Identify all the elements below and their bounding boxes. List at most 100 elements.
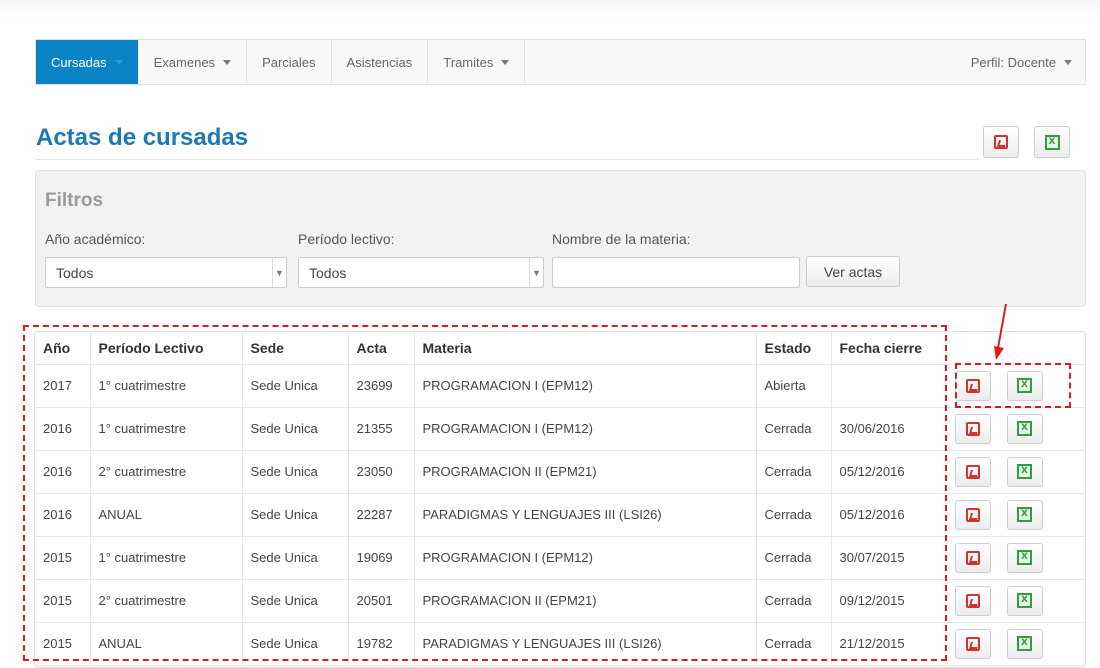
table-cell: PROGRAMACION I (EPM12) — [414, 364, 757, 408]
table-row: 2017 1° cuatrimestre Sede Unica 23699 PROGRA… — [35, 364, 1086, 408]
nav-tab-label: Asistencias — [346, 54, 413, 70]
table-cell: Cerrada — [756, 536, 832, 580]
table-row: 2016 ANUAL Sede Unica 22287 PARADIGMAS Y LEN… — [35, 493, 1086, 537]
row-actions: X — [945, 450, 1085, 494]
column-header[interactable]: Fecha cierre — [831, 332, 946, 365]
table-cell: 21355 — [348, 407, 415, 451]
row-excel-button[interactable]: X — [1006, 499, 1043, 530]
table-cell: 22287 — [348, 493, 415, 537]
nav-tab-label: Cursadas — [51, 54, 107, 70]
column-header[interactable]: Sede — [242, 332, 349, 365]
table-cell: Sede Unica — [242, 536, 349, 580]
ver-actas-button[interactable]: Ver actas — [806, 256, 900, 287]
excel-icon: X — [1017, 593, 1032, 608]
row-excel-button[interactable]: X — [1006, 370, 1043, 401]
table-cell: 2° cuatrimestre — [90, 450, 243, 494]
column-header[interactable]: Año — [35, 332, 91, 365]
materia-input[interactable] — [552, 257, 800, 288]
row-action-group: X — [946, 542, 1086, 573]
anio-select-value: Todos — [56, 264, 94, 281]
periodo-select-value: Todos — [309, 264, 347, 281]
table-cell: Abierta — [756, 364, 832, 408]
table-cell: Sede Unica — [242, 493, 349, 537]
export-pdf-button[interactable] — [983, 126, 1019, 158]
nav-tab-examenes[interactable]: Examenes — [139, 40, 248, 84]
column-header[interactable]: Período Lectivo — [90, 332, 243, 365]
nav-tab-label: Parciales — [262, 54, 316, 70]
nav-tab-parciales[interactable]: Parciales — [247, 40, 332, 84]
table-cell: 2016 — [35, 407, 91, 451]
row-excel-button[interactable]: X — [1006, 628, 1043, 659]
excel-icon: X — [1017, 636, 1032, 651]
top-shade — [0, 0, 1100, 22]
row-excel-button[interactable]: X — [1006, 542, 1043, 573]
chevron-down-icon — [114, 59, 123, 65]
chevron-down-icon: ▼ — [272, 258, 286, 287]
row-pdf-button[interactable] — [954, 413, 991, 444]
export-excel-button[interactable]: X — [1034, 126, 1070, 158]
table-cell: 2016 — [35, 450, 91, 494]
nav-tab-label: Tramites — [443, 54, 494, 70]
column-header[interactable]: Acta — [348, 332, 415, 365]
excel-icon: X — [1017, 421, 1032, 436]
table-cell: 19069 — [348, 536, 415, 580]
table-row: 2016 1° cuatrimestre Sede Unica 21355 PROGRA… — [35, 407, 1086, 451]
table-cell: 20501 — [348, 579, 415, 623]
row-action-group: X — [946, 370, 1086, 401]
column-header[interactable]: Materia — [414, 332, 757, 365]
row-pdf-button[interactable] — [954, 628, 991, 659]
table-row: 2015 2° cuatrimestre Sede Unica 20501 PROGRA… — [35, 579, 1086, 623]
row-actions: X — [945, 493, 1086, 537]
table-cell — [831, 364, 946, 408]
excel-icon: X — [1017, 378, 1032, 393]
filters-panel: Filtros Año académico: Todos ▼ Período l… — [35, 170, 1086, 307]
table-cell: 2° cuatrimestre — [90, 579, 243, 623]
periodo-label: Período lectivo: — [298, 231, 395, 247]
nav-tab-cursadas[interactable]: Cursadas — [36, 40, 139, 84]
row-actions: X — [945, 536, 1086, 580]
table-cell: Cerrada — [756, 450, 832, 494]
pdf-icon — [965, 378, 980, 393]
row-action-group: X — [946, 413, 1086, 444]
table-cell: 2015 — [35, 536, 91, 580]
row-pdf-button[interactable] — [954, 542, 991, 573]
row-pdf-button[interactable] — [954, 456, 991, 487]
table-cell: ANUAL — [90, 493, 243, 537]
row-excel-button[interactable]: X — [1006, 456, 1043, 487]
anio-select[interactable]: Todos ▼ — [45, 257, 287, 288]
pdf-icon — [965, 636, 980, 651]
row-action-group: X — [946, 499, 1086, 530]
table-cell: Cerrada — [756, 493, 832, 537]
table-cell: ANUAL — [90, 622, 243, 666]
page-title: Actas de cursadas — [36, 124, 249, 151]
profile-menu[interactable]: Perfil: Docente — [956, 40, 1085, 84]
table-cell: 23699 — [348, 364, 415, 408]
row-actions: X — [945, 579, 1086, 623]
table-cell: Sede Unica — [242, 622, 349, 666]
main-navbar: Cursadas Examenes Parciales Asistencias … — [35, 39, 1086, 85]
nav-tab-tramites[interactable]: Tramites — [428, 40, 526, 84]
column-header[interactable]: Estado — [756, 332, 832, 365]
table-row: 2015 ANUAL Sede Unica 19782 PARADIGMAS Y LEN… — [35, 622, 1085, 666]
table-cell: 2015 — [35, 579, 91, 623]
row-pdf-button[interactable] — [954, 370, 991, 401]
row-actions: X — [945, 364, 1086, 408]
row-actions: X — [945, 407, 1086, 451]
row-pdf-button[interactable] — [954, 585, 991, 616]
periodo-select[interactable]: Todos ▼ — [298, 257, 544, 288]
table-cell: Sede Unica — [242, 579, 349, 623]
row-excel-button[interactable]: X — [1006, 413, 1043, 444]
anio-label: Año académico: — [45, 231, 146, 247]
row-excel-button[interactable]: X — [1006, 585, 1043, 616]
table-cell: Cerrada — [756, 622, 832, 666]
pdf-icon — [994, 135, 1008, 149]
table-cell: Sede Unica — [242, 407, 349, 451]
row-pdf-button[interactable] — [954, 499, 991, 530]
table-cell: 30/06/2016 — [831, 407, 946, 451]
table-header-row: Año Período Lectivo Sede Acta Materia Es… — [35, 332, 1085, 365]
nav-tab-asistencias[interactable]: Asistencias — [332, 40, 429, 84]
row-action-group: X — [946, 585, 1086, 616]
excel-icon: X — [1017, 550, 1032, 565]
table-cell: PROGRAMACION I (EPM12) — [414, 407, 757, 451]
table-row: 2016 2° cuatrimestre Sede Unica 23050 PROGRA… — [35, 450, 1085, 494]
